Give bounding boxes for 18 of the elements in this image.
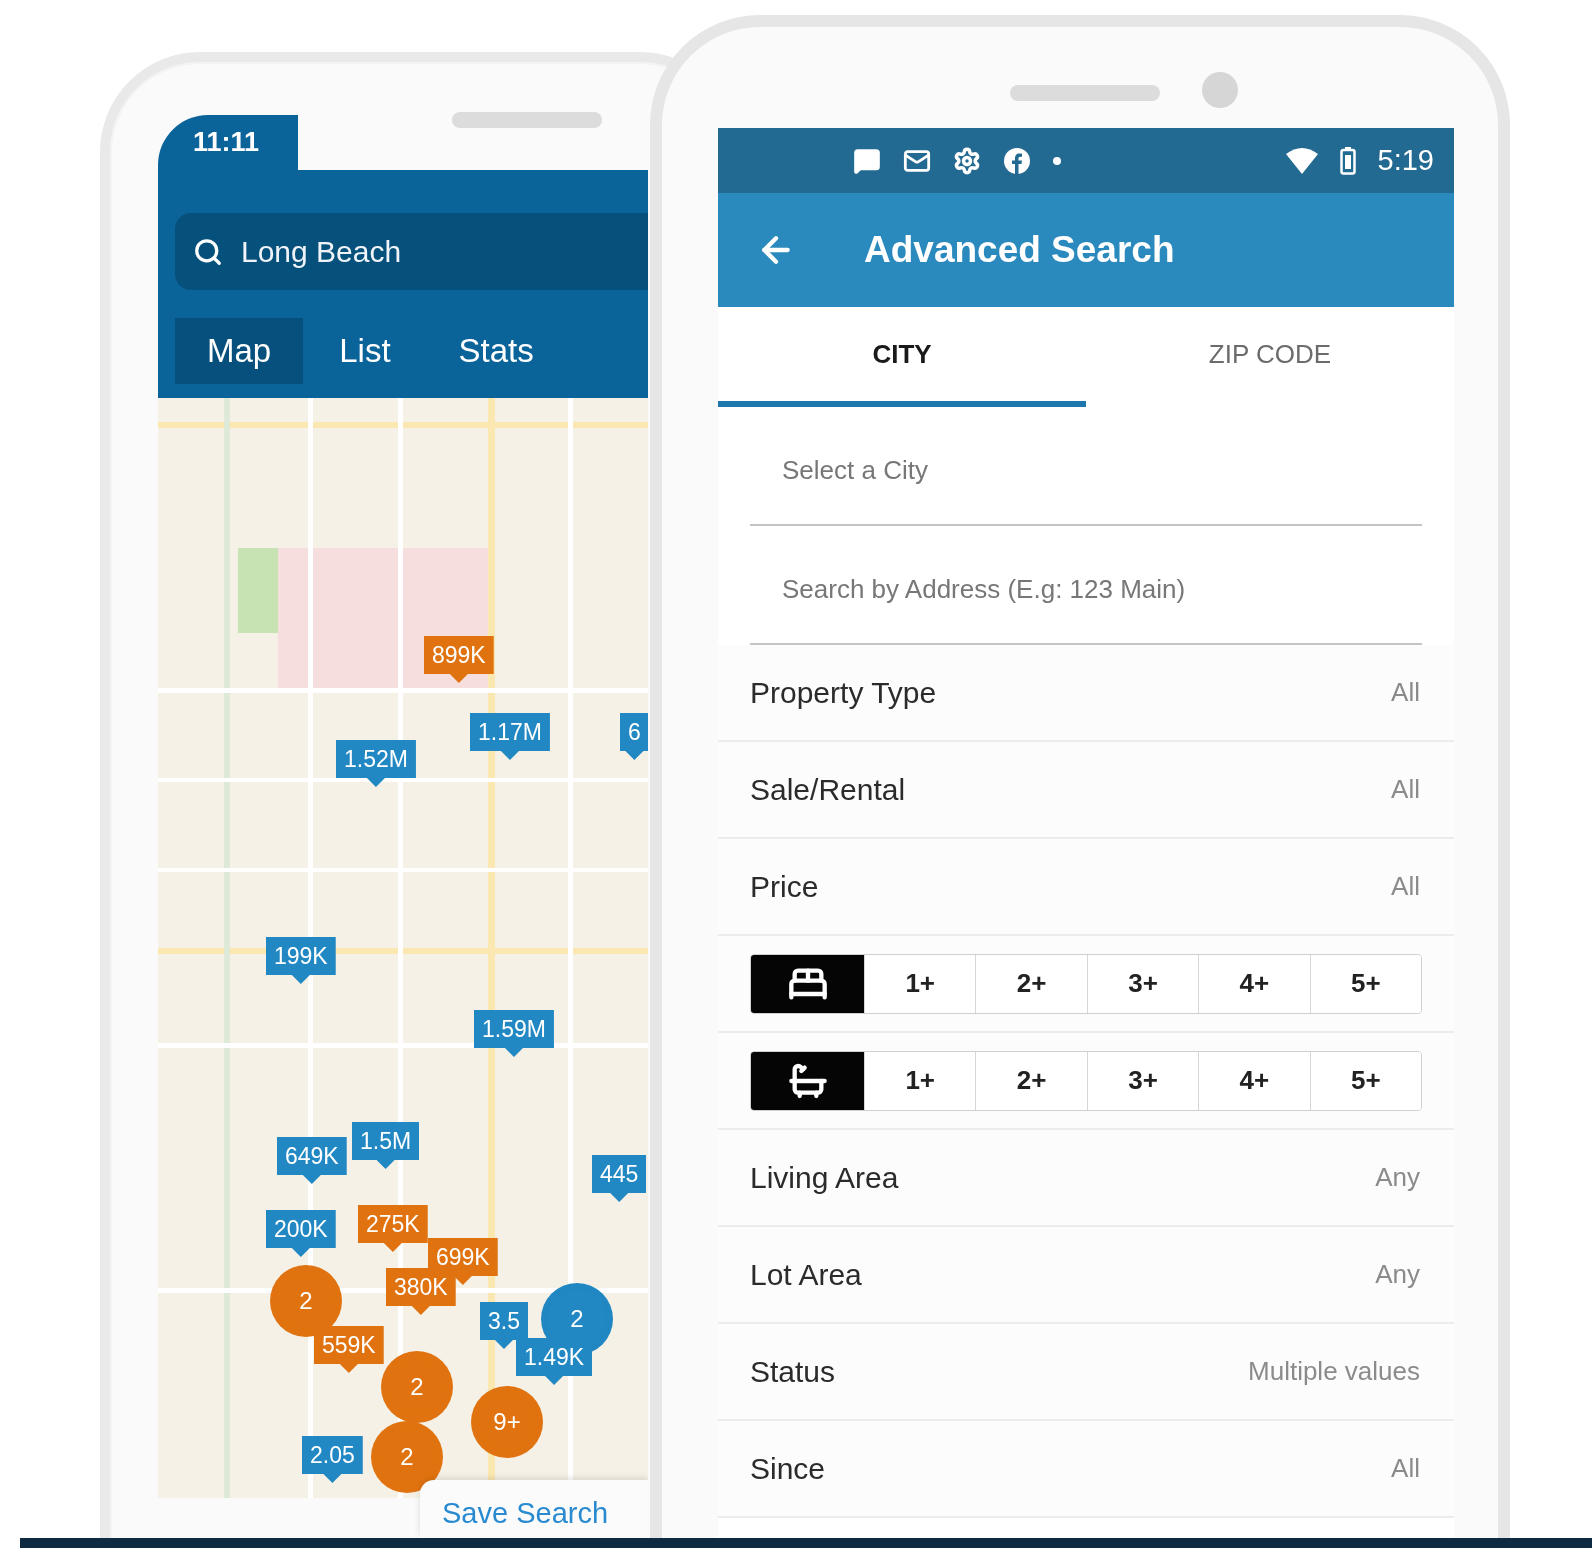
message-icon <box>853 146 881 175</box>
status-time: 5:19 <box>1377 144 1434 177</box>
view-tab[interactable]: List <box>307 318 423 384</box>
search-icon <box>193 236 223 267</box>
battery-icon <box>1339 146 1356 175</box>
facebook-icon <box>1003 146 1031 175</box>
dot-icon <box>1053 156 1061 165</box>
save-search-button[interactable]: Save Search <box>420 1480 648 1538</box>
count-option[interactable]: 5+ <box>1309 954 1421 1013</box>
settings-icon <box>953 146 981 175</box>
view-tab[interactable]: Map <box>175 318 304 384</box>
wifi-icon <box>1285 147 1318 174</box>
count-option[interactable]: 5+ <box>1309 1051 1421 1110</box>
view-tab[interactable]: Stats <box>426 318 566 384</box>
status-time: 11:11 <box>193 127 260 158</box>
camera-icon <box>1202 72 1238 108</box>
search-field[interactable]: Long Beach <box>175 213 648 290</box>
screen-title: Advanced Search <box>864 229 1175 271</box>
